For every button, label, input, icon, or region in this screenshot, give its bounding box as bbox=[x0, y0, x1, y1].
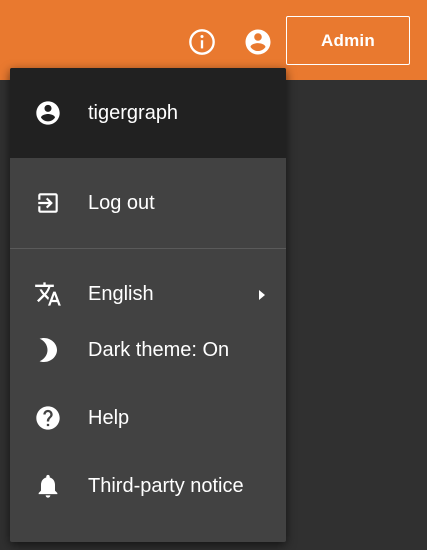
language-label: English bbox=[88, 282, 154, 305]
logout-icon bbox=[34, 189, 62, 217]
info-icon[interactable] bbox=[185, 25, 219, 59]
moon-icon bbox=[34, 336, 62, 364]
username-label: tigergraph bbox=[88, 101, 179, 124]
translate-icon bbox=[34, 280, 62, 308]
theme-menu-item[interactable]: Dark theme: On bbox=[10, 316, 286, 384]
logout-label: Log out bbox=[88, 191, 155, 214]
chevron-right-icon bbox=[256, 288, 268, 306]
account-circle-icon bbox=[34, 99, 62, 127]
third-party-notice-menu-item[interactable]: Third-party notice bbox=[10, 452, 286, 520]
help-circle-icon bbox=[34, 404, 62, 432]
admin-button[interactable]: Admin bbox=[286, 16, 410, 65]
logout-menu-item[interactable]: Log out bbox=[10, 158, 286, 248]
help-menu-item[interactable]: Help bbox=[10, 384, 286, 452]
third-party-notice-label: Third-party notice bbox=[88, 474, 244, 497]
help-label: Help bbox=[88, 406, 130, 429]
bell-icon bbox=[34, 472, 62, 500]
account-menu: tigergraph Log out English Dark theme: O… bbox=[10, 68, 286, 542]
menu-user-item[interactable]: tigergraph bbox=[10, 68, 286, 158]
account-circle-icon[interactable] bbox=[241, 25, 275, 59]
theme-label: Dark theme: On bbox=[88, 338, 230, 361]
